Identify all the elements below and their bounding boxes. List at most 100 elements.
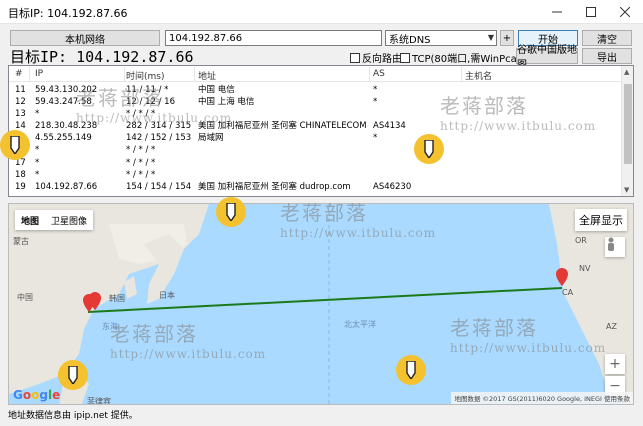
table-cell: AS4134: [373, 121, 406, 132]
table-cell: 12: [15, 97, 26, 108]
table-cell: 13: [15, 109, 26, 120]
table-cell: 美国 加利福尼亚州 圣何塞 CHINATELECOM: [198, 121, 367, 132]
table-row[interactable]: 17 * * / * / *: [9, 157, 633, 169]
title-bar: 目标IP: 104.192.87.66: [0, 0, 643, 24]
target-input[interactable]: 104.192.87.66: [165, 30, 382, 46]
table-cell: * / * / *: [126, 157, 156, 168]
table-row[interactable]: 13 * * / * / *: [9, 108, 633, 120]
table-cell: 59.43.247.58: [35, 97, 92, 108]
scrollbar-thumb[interactable]: [624, 84, 632, 164]
close-button[interactable]: [608, 0, 642, 24]
table-cell: 美国 加利福尼亚州 圣何塞 dudrop.com: [198, 181, 351, 192]
table-row[interactable]: 14 218.30.48.238 282 / 314 / 315 美国 加利福尼亚州 …: [9, 120, 633, 132]
table-cell: 18: [15, 169, 26, 180]
map-canvas: [9, 204, 633, 404]
table-cell: 局域网: [198, 133, 224, 144]
table-row[interactable]: 12 59.43.247.58 12 / 12 / 16 中国 上海 电信 *: [9, 96, 633, 108]
table-row[interactable]: 19 104.192.87.66 154 / 154 / 154 美国 加利福尼亚州 …: [9, 181, 633, 193]
table-cell: 154 / 154 / 154: [126, 181, 192, 192]
maximize-button[interactable]: [574, 0, 608, 24]
map-label-mongolia: 蒙古: [13, 237, 29, 246]
table-scrollbar[interactable]: ▲ ▼: [621, 66, 633, 196]
map-attribution[interactable]: 地图数据 ©2017 GS(2011)6020 Google, INEGI 使用…: [451, 392, 633, 404]
minimize-button[interactable]: [540, 0, 574, 24]
clear-button[interactable]: 清空: [582, 30, 632, 46]
table-cell: 19: [15, 181, 26, 192]
table-row[interactable]: 154.55.255.149142 / 152 / 153局域网*: [9, 132, 633, 144]
map-label-korea: 韩国: [109, 294, 125, 303]
table-cell: 11: [15, 85, 26, 95]
map-label-east-sea: 东海: [102, 322, 118, 331]
fullscreen-button[interactable]: 全屏显示: [575, 209, 627, 231]
map-tab[interactable]: 地图: [15, 210, 45, 230]
table-cell: * / * / *: [126, 169, 156, 180]
table-body: 11 59.43.130.202 11 / 11 / * 中国 电信 * 12 59.43.…: [9, 84, 633, 193]
table-cell: 12 / 12 / 16: [126, 97, 175, 108]
table-cell: * / * / *: [126, 145, 156, 156]
watermark-pen-icon: [216, 197, 246, 227]
col-header-num[interactable]: #: [15, 69, 23, 79]
checkbox-box: [350, 52, 360, 63]
reverse-route-checkbox[interactable]: 反向路由: [350, 50, 402, 65]
table-cell: * / * / *: [126, 109, 156, 120]
table-row[interactable]: 16** / * / *: [9, 144, 633, 156]
satellite-tab[interactable]: 卫星图像: [45, 210, 93, 230]
table-cell: *: [373, 85, 378, 95]
table-cell: 282 / 314 / 315: [126, 121, 192, 132]
street-view-pegman-icon[interactable]: [605, 237, 625, 257]
col-header-ip[interactable]: IP: [35, 69, 43, 79]
table-cell: AS46230: [373, 181, 412, 192]
dns-select-value: 系统DNS: [389, 34, 431, 46]
table-cell: *: [373, 97, 378, 108]
table-cell: *: [35, 145, 40, 156]
map-label-az: AZ: [606, 322, 617, 331]
col-header-as[interactable]: AS: [373, 69, 385, 79]
map-label-china: 中国: [17, 293, 33, 302]
table-cell: 11 / 11 / *: [126, 85, 169, 95]
table-cell: 218.30.48.238: [35, 121, 98, 132]
col-header-hostname[interactable]: 主机名: [465, 69, 492, 82]
local-network-button[interactable]: 本机网络: [10, 30, 160, 46]
zoom-in-button[interactable]: +: [605, 354, 625, 374]
checkbox-box: [400, 52, 410, 63]
route-map[interactable]: 地图 卫星图像 全屏显示 + − 蒙古 中国 韩国 日本 东海 北太平洋 菲律宾…: [8, 203, 634, 405]
table-cell: 中国 电信: [198, 85, 235, 95]
google-logo: Google: [13, 388, 61, 402]
map-label-ca: CA: [562, 288, 574, 297]
watermark-pen-icon: [0, 130, 30, 160]
table-cell: 104.192.87.66: [35, 181, 98, 192]
status-bar: 地址数据信息由 ipip.net 提供。: [8, 411, 138, 421]
table-header: # IP 时间(ms) 地址 AS 主机名: [9, 66, 633, 82]
table-row[interactable]: 18 * * / * / *: [9, 169, 633, 181]
window-title: 目标IP: 104.192.87.66: [8, 7, 128, 20]
trace-table[interactable]: # IP 时间(ms) 地址 AS 主机名 11 59.43.130.202 11 …: [8, 65, 634, 197]
dns-select[interactable]: 系统DNS ▼: [385, 30, 497, 46]
table-cell: *: [35, 109, 40, 120]
target-ip-display: 目标IP: 104.192.87.66: [10, 48, 194, 66]
col-header-address[interactable]: 地址: [198, 69, 216, 82]
reverse-route-label: 反向路由: [362, 54, 402, 65]
table-cell: 中国 上海 电信: [198, 97, 255, 108]
google-china-map-button[interactable]: 谷歌中国版地图: [516, 45, 578, 71]
table-row[interactable]: 11 59.43.130.202 11 / 11 / * 中国 电信 *: [9, 84, 633, 96]
table-cell: *: [35, 169, 40, 180]
map-label-or: OR: [575, 236, 587, 245]
map-label-pacific: 北太平洋: [344, 320, 376, 329]
table-cell: *: [35, 157, 40, 168]
map-type-control: 地图 卫星图像: [15, 210, 94, 230]
chevron-down-icon: ▼: [487, 33, 494, 42]
table-cell: *: [373, 133, 378, 144]
export-button[interactable]: 导出: [582, 48, 632, 64]
map-label-nv: NV: [579, 264, 591, 273]
map-label-japan: 日本: [159, 291, 175, 300]
watermark-pen-icon: [414, 134, 444, 164]
scroll-down-icon[interactable]: ▼: [624, 186, 629, 194]
table-cell: 59.43.130.202: [35, 85, 98, 95]
table-cell: 142 / 152 / 153: [126, 133, 192, 144]
scroll-up-icon[interactable]: ▲: [624, 68, 629, 76]
add-dns-button[interactable]: +: [500, 30, 514, 46]
watermark-pen-icon: [396, 355, 426, 385]
watermark-pen-icon: [58, 360, 88, 390]
map-label-philippines: 菲律宾: [87, 397, 111, 405]
col-header-time[interactable]: 时间(ms): [126, 69, 164, 82]
